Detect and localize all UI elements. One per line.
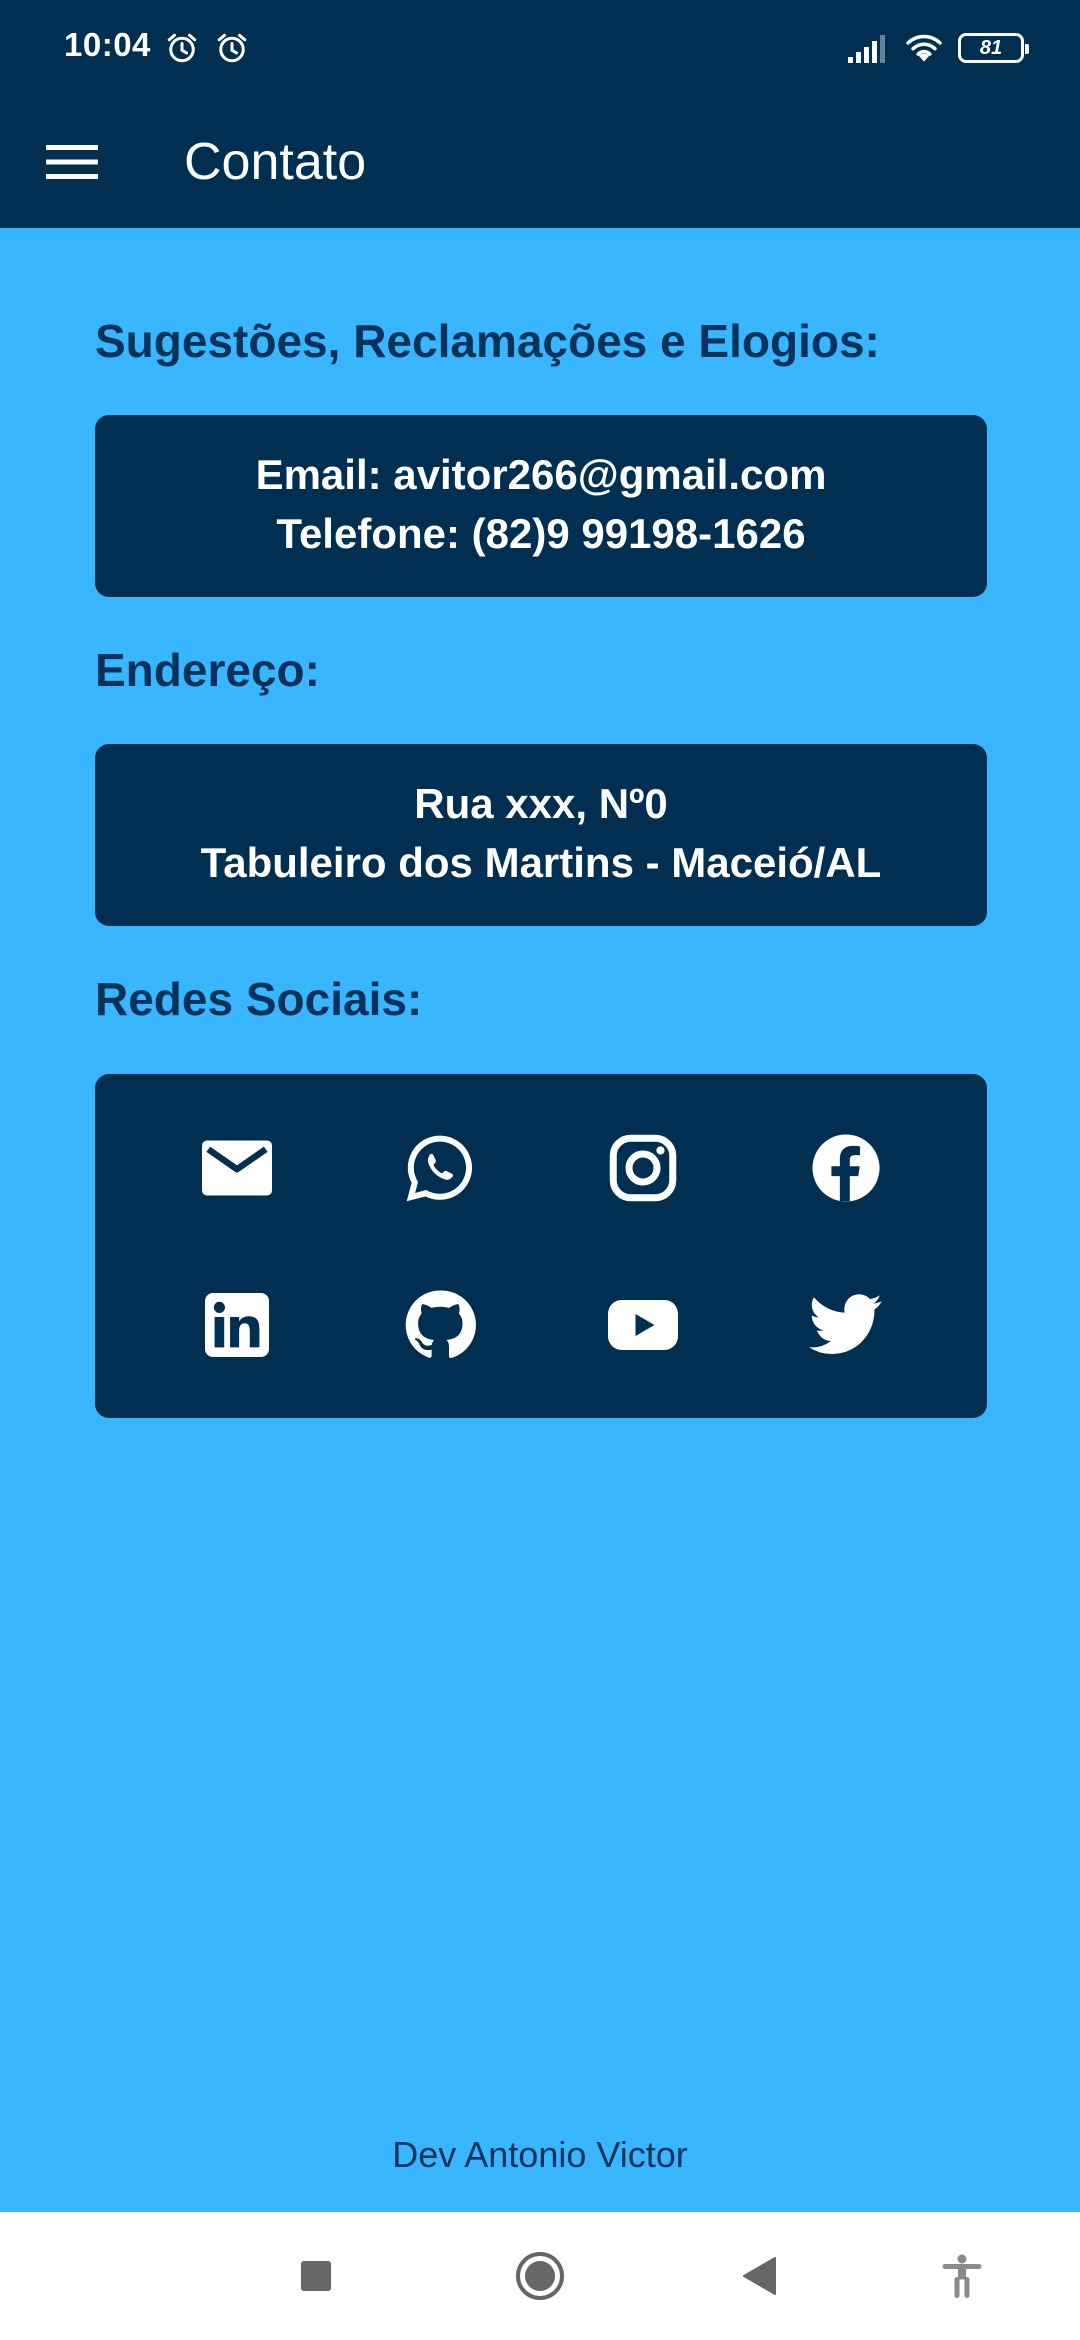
wifi-icon bbox=[906, 34, 942, 62]
github-link[interactable] bbox=[338, 1246, 541, 1403]
menu-icon bbox=[46, 145, 98, 179]
github-icon bbox=[405, 1289, 476, 1358]
facebook-link[interactable] bbox=[744, 1089, 947, 1246]
status-indicators: 81 bbox=[848, 28, 1029, 68]
whatsapp-link[interactable] bbox=[338, 1089, 541, 1246]
address-line-2: Tabuleiro dos Martins - Maceió/AL bbox=[200, 839, 882, 886]
youtube-icon bbox=[607, 1299, 678, 1350]
accessibility-button[interactable] bbox=[932, 2246, 992, 2306]
suggestions-heading: Sugestões, Reclamações e Elogios: bbox=[95, 315, 880, 367]
email-icon bbox=[201, 1140, 272, 1195]
alarm-clock-icon bbox=[167, 33, 197, 63]
social-heading: Redes Sociais: bbox=[95, 973, 423, 1025]
recents-button[interactable] bbox=[286, 2246, 346, 2306]
linkedin-link[interactable] bbox=[135, 1246, 338, 1403]
page-title: Contato bbox=[184, 133, 367, 191]
developer-credit: Dev Antonio Victor bbox=[392, 2134, 688, 2175]
facebook-icon bbox=[811, 1133, 880, 1202]
status-time: 10:04 bbox=[64, 26, 151, 63]
accessibility-icon bbox=[942, 2254, 982, 2298]
back-icon bbox=[743, 2257, 776, 2295]
battery-level: 81 bbox=[979, 36, 1003, 59]
menu-button[interactable] bbox=[30, 126, 114, 198]
status-bar: 10:04 81 bbox=[0, 0, 1080, 96]
linkedin-icon bbox=[204, 1292, 269, 1357]
address-card: Rua xxx, Nº0 Tabuleiro dos Martins - Mac… bbox=[95, 744, 987, 926]
home-button[interactable] bbox=[510, 2246, 570, 2306]
system-navigation-bar bbox=[0, 2212, 1080, 2340]
back-button[interactable] bbox=[730, 2246, 790, 2306]
email-text[interactable]: Email: avitor266@gmail.com bbox=[95, 445, 987, 504]
cellular-signal-icon bbox=[848, 35, 885, 63]
twitter-link[interactable] bbox=[744, 1246, 947, 1403]
social-card bbox=[95, 1074, 987, 1418]
recents-icon bbox=[301, 2261, 331, 2291]
whatsapp-icon bbox=[406, 1135, 472, 1201]
home-icon bbox=[516, 2252, 564, 2300]
youtube-link[interactable] bbox=[541, 1246, 744, 1403]
instagram-icon bbox=[609, 1134, 676, 1201]
twitter-icon bbox=[808, 1293, 882, 1354]
instagram-link[interactable] bbox=[541, 1089, 744, 1246]
email-link[interactable] bbox=[135, 1089, 338, 1246]
app-bar: Contato bbox=[0, 96, 1080, 228]
alarm-clock-icon bbox=[217, 33, 247, 63]
phone-text[interactable]: Telefone: (82)9 99198-1626 bbox=[95, 504, 987, 563]
suggestions-card: Email: avitor266@gmail.com Telefone: (82… bbox=[95, 415, 987, 597]
address-line-1: Rua xxx, Nº0 bbox=[414, 780, 668, 827]
address-heading: Endereço: bbox=[95, 644, 320, 696]
battery-indicator: 81 bbox=[958, 33, 1029, 63]
